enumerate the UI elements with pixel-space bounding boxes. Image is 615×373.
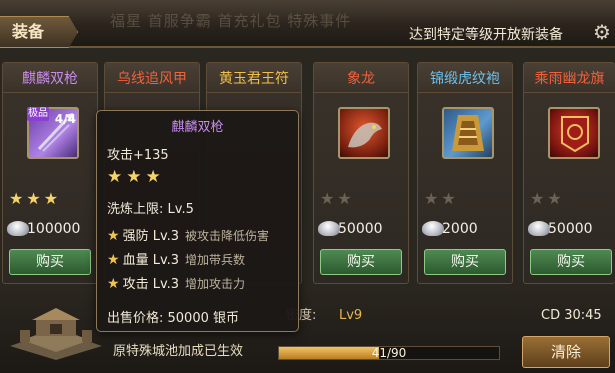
tiger-robe-icon[interactable] [442,107,494,159]
buy-button[interactable]: 购买 [530,249,612,275]
card-name: 象龙 [347,71,375,87]
card-header: 麒麟双枪 [3,63,97,93]
card-name: 乌线追风甲 [117,71,187,87]
card-name: 乘雨幽龙旗 [534,71,605,87]
price-row: 2000 [422,218,512,240]
price-value: 50000 [548,221,593,237]
tooltip-skill-3: ★ 攻击 Lv.3 增加攻击力 [107,275,297,293]
clear-button[interactable]: 清除 [522,336,610,368]
skill-desc: 增加攻击力 [185,277,246,291]
silver-ingot-icon [7,221,29,236]
buy-button[interactable]: 购买 [320,249,402,275]
skill-name: 攻击 Lv.3 [122,277,180,292]
tooltip-stars: ★★★ [107,167,165,187]
star-rating: ★★ [530,189,565,208]
price-value: 50000 [338,221,383,237]
skill-desc: 增加带兵数 [185,253,246,267]
unlock-notice: 达到特定等级开放新装备 [409,27,563,43]
skill-star-icon: ★ [107,276,120,292]
dragon-banner-icon[interactable] [548,107,600,159]
skill-name: 血量 Lv.3 [122,253,180,268]
cooldown-timer: CD 30:45 [541,308,602,323]
skill-name: 强防 Lv.3 [122,229,180,244]
skill-star-icon: ★ [107,252,120,268]
price-row: 50000 [318,218,408,240]
tooltip-attack: 攻击+135 [107,148,169,163]
dragon-mount-icon[interactable] [338,107,390,159]
card-header: 锦缎虎纹袍 [418,63,512,93]
progress-bar: 41/90 [278,346,500,360]
quality-badge: 极品 [27,107,49,121]
star-rating: ★★★ [9,189,62,208]
tooltip-sell-price: 出售价格: 50000 银币 [107,311,239,326]
background-banner-text: 福星 首服争霸 首充礼包 特殊事件 [110,12,352,30]
card-name: 黄玉君王符 [219,71,289,87]
star-rating: ★★ [320,189,355,208]
tooltip-skill-2: ★ 血量 Lv.3 增加带兵数 [107,251,297,269]
tooltip-skill-1: ★ 强防 Lv.3 被攻击降低伤害 [107,227,297,245]
price-value: 2000 [442,221,478,237]
buy-button[interactable]: 购买 [9,249,91,275]
price-value: 100000 [27,221,81,237]
star-rating: ★★ [424,189,459,208]
equipment-card-1[interactable]: 麒麟双枪 极品 4/4 ★★★ 100000 购买 [2,62,98,284]
card-name: 麒麟双枪 [22,71,78,87]
buy-button[interactable]: 购买 [424,249,506,275]
twin-spear-icon[interactable]: 极品 4/4 [27,107,79,159]
progress-text: 41/90 [371,346,407,360]
gear-icon[interactable]: ⚙ [590,20,614,44]
silver-ingot-icon [318,221,340,236]
skill-desc: 被攻击降低伤害 [185,229,270,243]
price-row: 100000 [7,218,97,240]
equipment-card-5[interactable]: 锦缎虎纹袍 ★★ 2000 购买 [417,62,513,284]
card-header: 黄玉君王符 [207,63,301,93]
tooltip-refine-limit: 洗炼上限: Lv.5 [107,202,194,217]
card-name: 锦缎虎纹袍 [430,71,500,87]
page-title: 装备 [12,22,45,41]
tooltip-title: 麒麟双枪 [171,120,224,135]
city-buff-text: 原特殊城池加成已生效 [113,344,244,359]
silver-ingot-icon [528,221,550,236]
card-header: 乌线追风甲 [105,63,199,93]
card-header: 乘雨幽龙旗 [524,63,615,93]
skill-star-icon: ★ [107,228,120,244]
level-count: 4/4 [54,112,76,126]
equipment-card-6[interactable]: 乘雨幽龙旗 ★★ 50000 购买 [523,62,615,284]
price-row: 50000 [528,218,615,240]
equipment-card-4[interactable]: 象龙 ★★ 50000 购买 [313,62,409,284]
card-header: 象龙 [314,63,408,93]
density-level: Lv9 [339,308,363,323]
city-castle-icon[interactable] [6,300,106,360]
item-tooltip: 麒麟双枪 攻击+135 ★★★ 洗炼上限: Lv.5 ★ 强防 Lv.3 被攻击降低… [96,110,299,332]
silver-ingot-icon [422,221,444,236]
